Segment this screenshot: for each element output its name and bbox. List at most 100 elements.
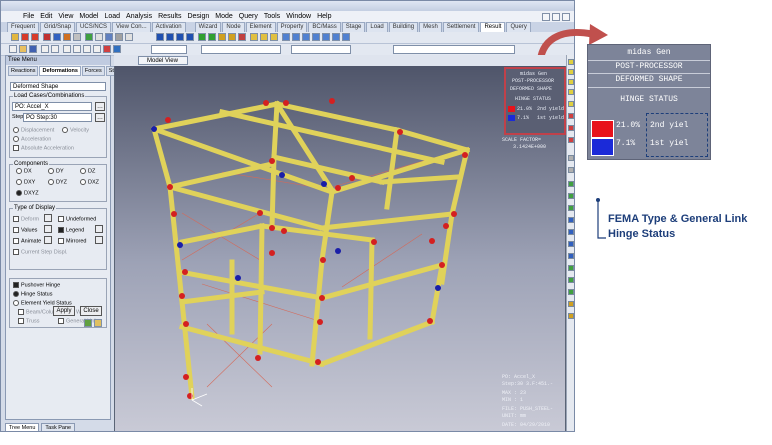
menu-file[interactable]: File: [23, 13, 34, 20]
component-dy[interactable]: DY: [48, 168, 64, 174]
step-more-button[interactable]: …: [95, 113, 105, 122]
toolbar-tool-icon[interactable]: [156, 33, 164, 41]
tab-mesh[interactable]: Mesh: [419, 22, 442, 32]
tab-wizard[interactable]: Wizard: [194, 22, 222, 32]
menu-results[interactable]: Results: [158, 13, 181, 20]
tab-building[interactable]: Building: [388, 22, 419, 32]
new-file-icon[interactable]: [9, 45, 17, 53]
command-combo[interactable]: [393, 45, 515, 54]
option-acceleration[interactable]: Acceleration: [13, 136, 51, 142]
toolbar-tool-icon[interactable]: [218, 33, 226, 41]
component-dz[interactable]: DZ: [80, 168, 95, 174]
tab-node[interactable]: Node: [222, 22, 245, 32]
menu-help[interactable]: Help: [317, 13, 331, 20]
restore-icon[interactable]: [552, 13, 560, 21]
close-icon[interactable]: [562, 13, 570, 21]
toolbar-tool-icon[interactable]: [568, 229, 574, 235]
toolbar-tool-icon[interactable]: [292, 33, 300, 41]
toolbar-tool-icon[interactable]: [332, 33, 340, 41]
minimize-icon[interactable]: [542, 13, 550, 21]
menu-window[interactable]: Window: [286, 13, 311, 20]
toolbar-tool-icon[interactable]: [125, 33, 133, 41]
toolbar-tool-icon[interactable]: [568, 253, 574, 259]
toolbar-tool-icon[interactable]: [103, 45, 111, 53]
tab-settlement[interactable]: Settlement: [442, 22, 480, 32]
menu-load[interactable]: Load: [104, 13, 120, 20]
tab-activation[interactable]: Activation: [151, 22, 186, 32]
pushover-hinge-checkbox[interactable]: Pushover Hinge: [13, 282, 60, 288]
toolbar-tool-icon[interactable]: [11, 33, 19, 41]
legend-more-button[interactable]: [95, 225, 103, 233]
toolbar-tool-icon[interactable]: [568, 101, 574, 107]
menu-analysis[interactable]: Analysis: [126, 13, 152, 20]
undo-icon[interactable]: [41, 45, 49, 53]
toolbar-tool-icon[interactable]: [312, 33, 320, 41]
toolbar-tool-icon[interactable]: [568, 137, 574, 143]
toolbar-tool-icon[interactable]: [73, 33, 81, 41]
display-current-step[interactable]: Current Step Displ.: [13, 249, 67, 255]
display-values[interactable]: Values: [13, 227, 37, 233]
toolbar-tool-icon[interactable]: [53, 33, 61, 41]
toolbar-tool-icon[interactable]: [95, 33, 103, 41]
toolbar-tool-icon[interactable]: [228, 33, 236, 41]
toolbar-tool-icon[interactable]: [270, 33, 278, 41]
load-case-select[interactable]: PO: Accel_X: [12, 102, 92, 111]
toolbar-tool-icon[interactable]: [31, 33, 39, 41]
display-deform[interactable]: Deform: [13, 216, 39, 222]
tab-result[interactable]: Result: [480, 22, 506, 32]
toolbar-tool-icon[interactable]: [568, 205, 574, 211]
toolbar-tool-icon[interactable]: [568, 113, 574, 119]
tab-tree-menu[interactable]: Tree Menu: [5, 423, 40, 431]
toolbar-tool-icon[interactable]: [302, 33, 310, 41]
toolbar-tool-icon[interactable]: [568, 301, 574, 307]
toolbar-tool-icon[interactable]: [568, 155, 574, 161]
option-absolute-acceleration[interactable]: Absolute Acceleration: [13, 145, 74, 151]
filter-combo[interactable]: [291, 45, 351, 54]
tab-deformations[interactable]: Deformations: [39, 66, 81, 76]
close-button[interactable]: Close: [80, 306, 102, 316]
toolbar-tool-icon[interactable]: [113, 45, 121, 53]
deform-more-button[interactable]: [44, 214, 52, 222]
save-icon[interactable]: [29, 45, 37, 53]
toolbar-tool-icon[interactable]: [568, 277, 574, 283]
toolbar-tool-icon[interactable]: [568, 125, 574, 131]
menu-model[interactable]: Model: [79, 13, 98, 20]
tab-stage[interactable]: Stage: [341, 22, 366, 32]
step-select[interactable]: PO Step:30: [23, 113, 92, 122]
folder-icon[interactable]: [94, 319, 102, 327]
tab-bc-mass[interactable]: BC/Mass: [308, 22, 341, 32]
toolbar-tool-icon[interactable]: [568, 89, 574, 95]
result-type-select[interactable]: Deformed Shape: [10, 82, 106, 91]
menu-mode[interactable]: Mode: [215, 13, 233, 20]
tab-ucs-ncs[interactable]: UCS/NCS: [76, 22, 112, 32]
values-more-button[interactable]: [44, 225, 52, 233]
tab-frequent[interactable]: Frequent: [7, 22, 40, 32]
tab-task-pane[interactable]: Task Pane: [41, 423, 76, 431]
toolbar-tool-icon[interactable]: [115, 33, 123, 41]
toolbar-tool-icon[interactable]: [260, 33, 268, 41]
toolbar-tool-icon[interactable]: [568, 265, 574, 271]
component-dx[interactable]: DX: [16, 168, 32, 174]
menu-design[interactable]: Design: [187, 13, 209, 20]
apply-button[interactable]: Apply: [53, 306, 75, 316]
load-case-more-button[interactable]: …: [95, 102, 105, 111]
toolbar-tool-icon[interactable]: [568, 289, 574, 295]
toolbar-tool-icon[interactable]: [83, 45, 91, 53]
toolbar-tool-icon[interactable]: [250, 33, 258, 41]
export-icon[interactable]: [84, 319, 92, 327]
toolbar-tool-icon[interactable]: [568, 167, 574, 173]
tab-grid-snap[interactable]: Grid/Snap: [40, 22, 76, 32]
toolbar-tool-icon[interactable]: [568, 59, 574, 65]
redo-icon[interactable]: [51, 45, 59, 53]
display-legend[interactable]: Legend: [58, 227, 84, 233]
toolbar-tool-icon[interactable]: [63, 33, 71, 41]
toolbar-tool-icon[interactable]: [568, 193, 574, 199]
toolbar-tool-icon[interactable]: [198, 33, 206, 41]
toolbar-tool-icon[interactable]: [282, 33, 290, 41]
toolbar-tool-icon[interactable]: [166, 33, 174, 41]
display-mirrored[interactable]: Mirrored: [58, 238, 86, 244]
hinge-status-radio[interactable]: Hinge Status: [13, 291, 53, 297]
menu-view[interactable]: View: [58, 13, 73, 20]
tab-forces[interactable]: Forces: [81, 66, 105, 76]
display-undeformed[interactable]: Undeformed: [58, 216, 96, 222]
